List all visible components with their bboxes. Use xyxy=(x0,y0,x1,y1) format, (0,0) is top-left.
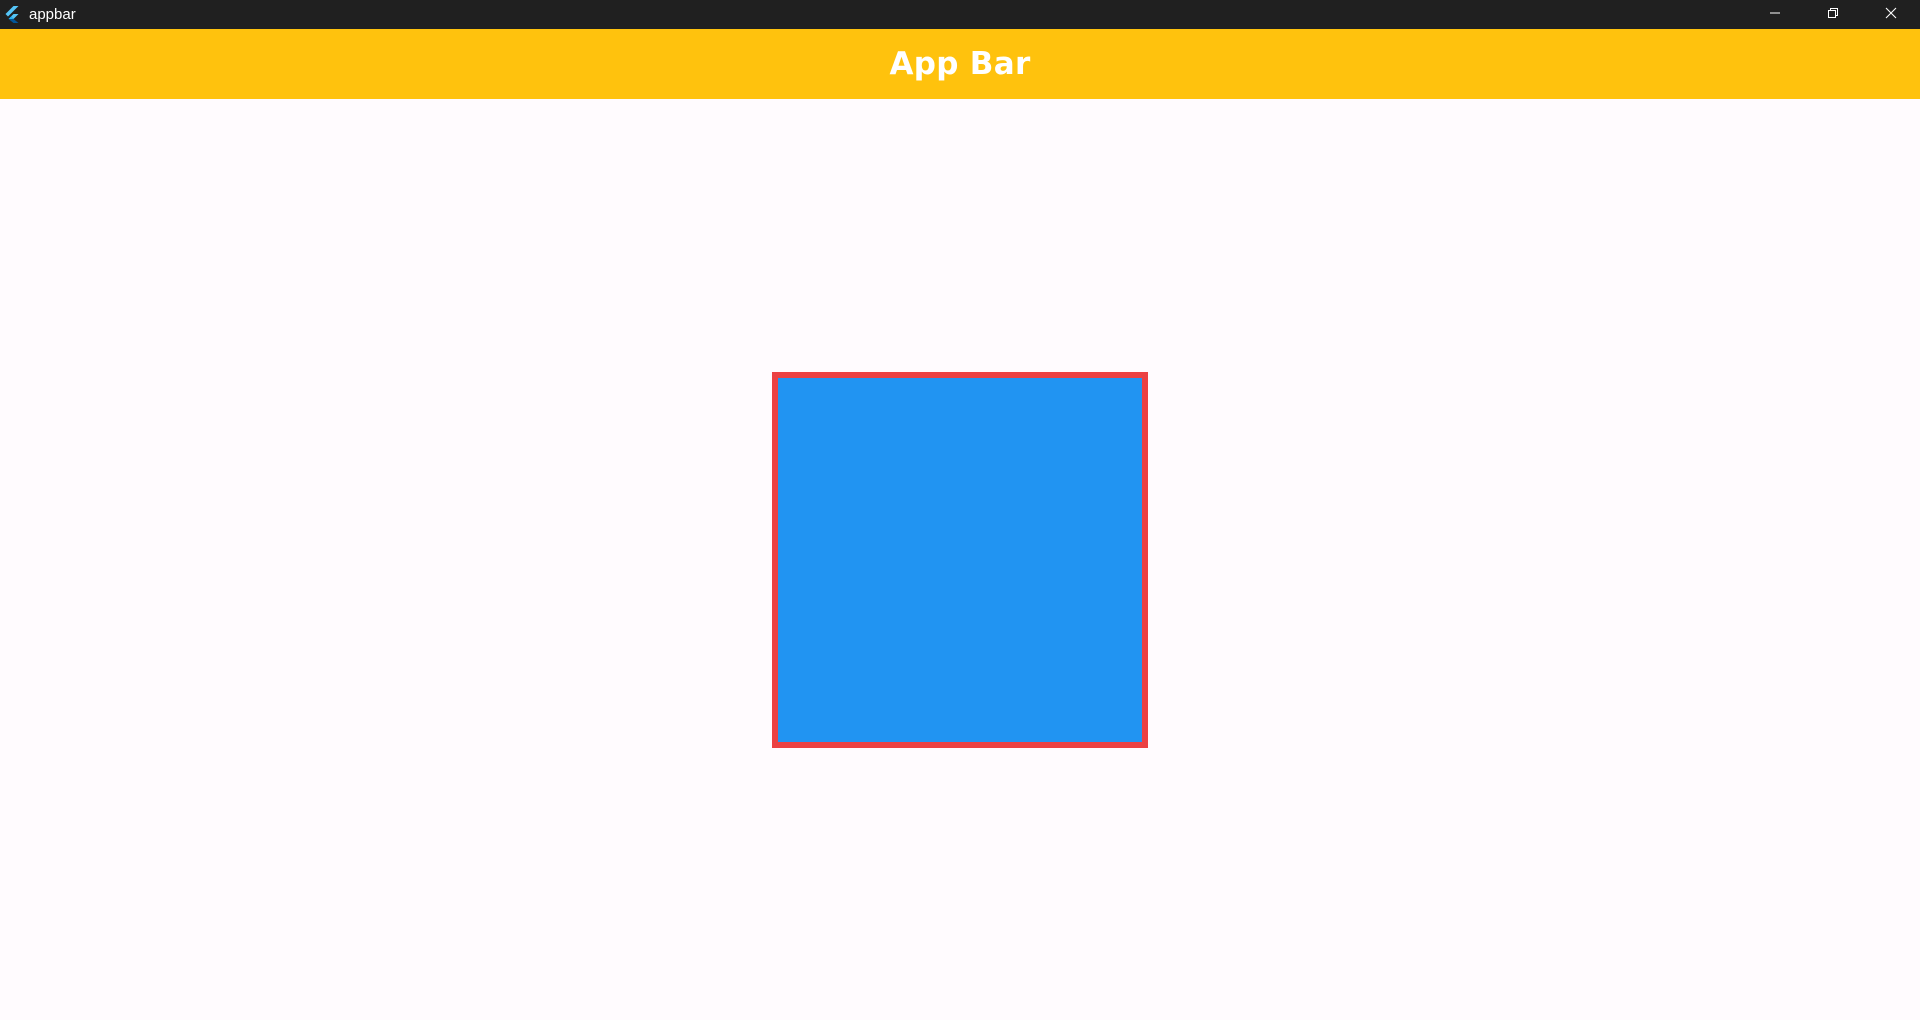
flutter-logo-icon xyxy=(5,6,21,23)
page-body xyxy=(0,99,1920,1020)
restore-button[interactable] xyxy=(1804,0,1862,29)
window-controls xyxy=(1746,0,1920,29)
minimize-button[interactable] xyxy=(1746,0,1804,29)
restore-icon xyxy=(1827,6,1839,24)
app-bar-title: App Bar xyxy=(889,46,1031,82)
minimize-icon xyxy=(1769,6,1781,24)
app-bar: App Bar xyxy=(0,29,1920,99)
app-window: appbar App Bar xyxy=(0,0,1920,1020)
window-titlebar[interactable]: appbar xyxy=(0,0,1920,29)
window-title: appbar xyxy=(29,6,76,23)
close-icon xyxy=(1885,6,1897,24)
close-button[interactable] xyxy=(1862,0,1920,29)
blue-square-container xyxy=(772,372,1148,748)
